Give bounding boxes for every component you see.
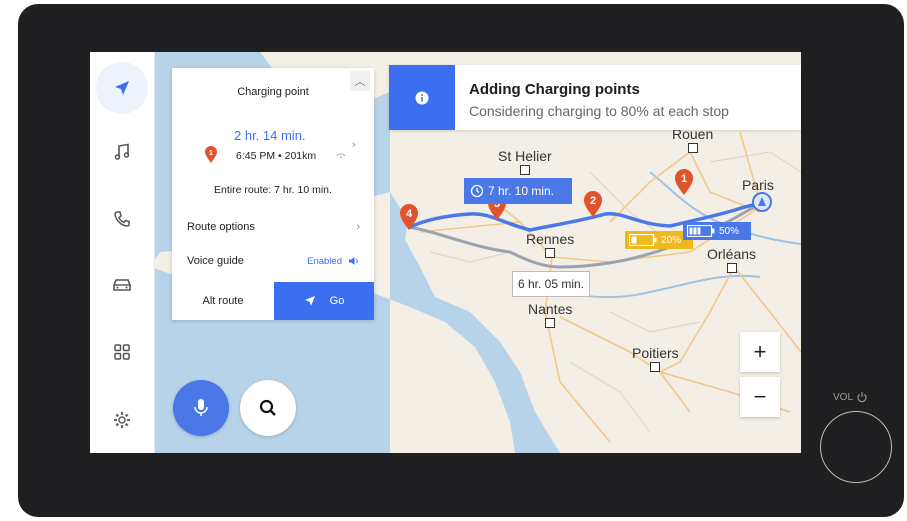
battery-high-text: 50% bbox=[719, 225, 740, 237]
battery-high-badge: 50% bbox=[683, 222, 751, 240]
alt-route-time-badge[interactable]: 6 hr. 05 min. bbox=[512, 271, 591, 297]
search-icon bbox=[259, 399, 276, 416]
info-icon-box bbox=[389, 65, 455, 130]
chevron-right-icon: › bbox=[356, 221, 360, 233]
voice-guide-row[interactable]: Voice guide Enabled bbox=[172, 248, 374, 274]
car-icon bbox=[113, 279, 131, 291]
panel-title: Charging point bbox=[237, 86, 309, 98]
voice-guide-label: Voice guide bbox=[187, 255, 244, 267]
volume-text: VOL bbox=[833, 391, 854, 403]
sidebar bbox=[90, 52, 155, 453]
navigation-arrow-icon bbox=[304, 296, 315, 306]
phone-icon bbox=[114, 211, 130, 227]
city-nantes: Nantes bbox=[528, 301, 572, 328]
stop-number: 2 bbox=[590, 195, 596, 207]
plus-icon: + bbox=[753, 339, 767, 364]
entire-route-time: Entire route: 7 hr. 10 min. bbox=[214, 184, 332, 196]
city-orleans: Orléans bbox=[707, 246, 756, 273]
navigation-arrow-icon bbox=[115, 81, 129, 95]
battery-low-text: 20% bbox=[661, 234, 682, 246]
speaker-icon bbox=[349, 257, 358, 265]
volume-knob[interactable] bbox=[820, 411, 892, 483]
stop-number: 1 bbox=[681, 173, 687, 185]
info-icon bbox=[415, 91, 429, 104]
signal-icon bbox=[336, 153, 346, 159]
route-time-badge[interactable]: 7 hr. 10 min. bbox=[464, 178, 572, 204]
info-subtext: Considering charging to 80% at each stop bbox=[469, 103, 729, 119]
info-heading: Adding Charging points bbox=[469, 81, 640, 98]
route-options-row[interactable]: Route options › bbox=[172, 214, 374, 240]
leg-eta: 6:45 PM • 201km bbox=[236, 150, 317, 162]
sidebar-item-vehicle[interactable] bbox=[96, 258, 148, 310]
volume-label: VOL bbox=[833, 391, 868, 403]
zoom-out-button[interactable]: − bbox=[740, 377, 780, 417]
zoom-in-button[interactable]: + bbox=[740, 332, 780, 372]
charging-info-banner: Adding Charging points Considering charg… bbox=[389, 65, 801, 130]
route-time-text: 7 hr. 10 min. bbox=[488, 184, 555, 198]
sidebar-item-settings[interactable] bbox=[96, 394, 148, 446]
alt-route-time-text: 6 hr. 05 min. bbox=[518, 277, 585, 291]
route-options-label: Route options bbox=[187, 221, 255, 233]
minus-icon: − bbox=[753, 384, 767, 409]
route-panel: ︿ Charging point 2 hr. 14 min. 1 6:45 PM… bbox=[172, 68, 374, 320]
battery-icon bbox=[687, 225, 715, 237]
voice-guide-status: Enabled bbox=[307, 255, 342, 267]
sidebar-item-phone[interactable] bbox=[96, 193, 148, 245]
search-button[interactable] bbox=[240, 380, 296, 436]
svg-text:1: 1 bbox=[209, 150, 213, 157]
voice-input-button[interactable] bbox=[173, 380, 229, 436]
stop-number: 4 bbox=[406, 208, 413, 220]
sidebar-item-music[interactable] bbox=[96, 126, 148, 178]
city-rouen: Rouen bbox=[672, 126, 713, 153]
chevron-right-icon[interactable]: › bbox=[352, 139, 356, 151]
city-rennes: Rennes bbox=[526, 231, 574, 258]
alt-route-label: Alt route bbox=[202, 295, 244, 307]
microphone-icon bbox=[194, 399, 208, 416]
go-button[interactable]: Go bbox=[274, 282, 374, 320]
route-clock-icon bbox=[470, 184, 484, 198]
music-note-icon bbox=[114, 143, 130, 160]
gear-icon bbox=[114, 412, 130, 428]
city-paris: Paris bbox=[742, 177, 774, 193]
city-poitiers: Poitiers bbox=[632, 345, 679, 372]
battery-icon bbox=[629, 234, 657, 246]
apps-grid-icon bbox=[114, 344, 130, 360]
alt-route-button[interactable]: Alt route bbox=[172, 282, 274, 320]
leg-duration: 2 hr. 14 min. bbox=[234, 128, 306, 143]
go-label: Go bbox=[329, 295, 345, 307]
screen: 1 2 3 4 Rouen St Helier Paris Rennes Orl… bbox=[90, 52, 801, 453]
sidebar-item-navigation[interactable] bbox=[96, 62, 148, 114]
power-icon bbox=[857, 392, 867, 403]
panel-actions: Alt route Go bbox=[172, 282, 374, 320]
city-st-helier: St Helier bbox=[498, 148, 552, 175]
sidebar-item-apps[interactable] bbox=[96, 326, 148, 378]
map-pin-icon: 1 bbox=[205, 146, 217, 163]
